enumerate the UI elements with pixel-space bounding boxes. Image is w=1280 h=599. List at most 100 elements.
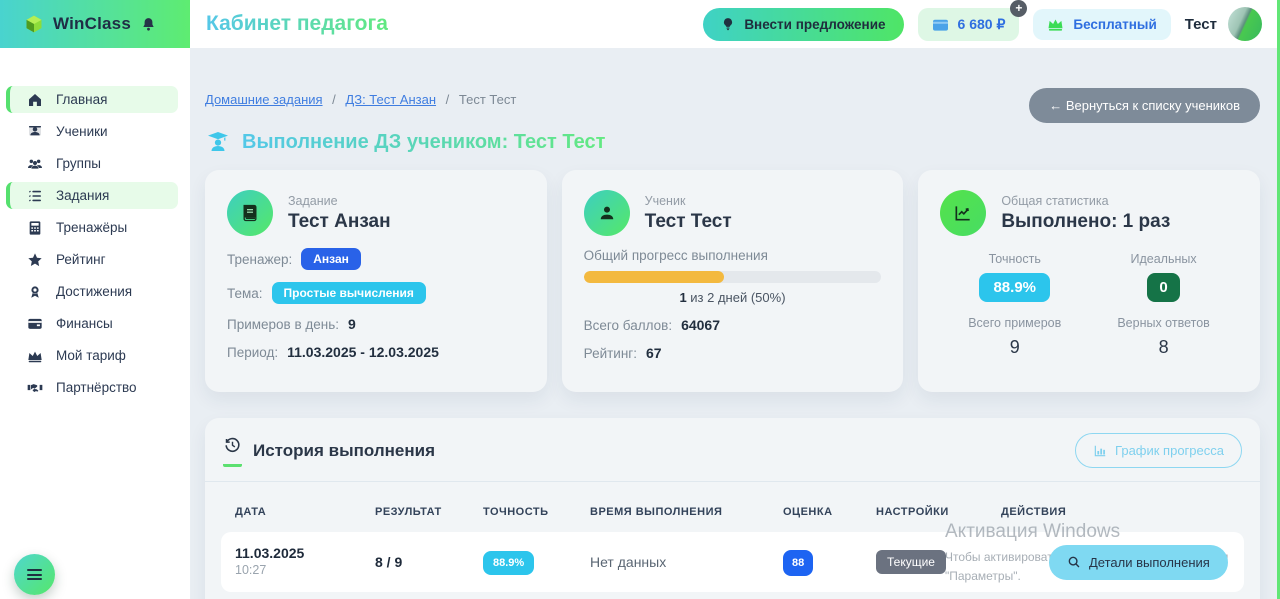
correct-answers-label: Верных ответов [1089, 316, 1238, 330]
history-section: История выполнения График прогресса ДАТА… [205, 418, 1260, 599]
table-header-row: ДАТА РЕЗУЛЬТАТ ТОЧНОСТЬ ВРЕМЯ ВЫПОЛНЕНИЯ… [221, 496, 1244, 532]
stats-card: Общая статистика Выполнено: 1 раз Точнос… [918, 170, 1260, 392]
achievements-icon [27, 284, 43, 300]
breadcrumb-row: Домашние задания / ДЗ: Тест Анзан / Тест… [205, 88, 1260, 123]
total-examples-value: 9 [940, 337, 1089, 358]
progress-chart-button[interactable]: График прогресса [1075, 433, 1242, 468]
breadcrumb-task-link[interactable]: ДЗ: Тест Анзан [345, 92, 436, 107]
groups-icon [27, 156, 43, 172]
students-icon [27, 124, 43, 140]
wallet-icon [932, 17, 949, 32]
balance-amount: 6 680 ₽ [958, 16, 1006, 33]
history-icon [223, 435, 242, 467]
sidebar-item-label: Партнёрство [56, 380, 137, 395]
topic-badge: Простые вычисления [272, 282, 426, 304]
suggest-button[interactable]: Внести предложение [703, 8, 903, 41]
sidebar-item-tariff[interactable]: Мой тариф [6, 342, 178, 369]
page-title-row: Выполнение ДЗ учеником: Тест Тест [205, 130, 1260, 154]
stats-card-label: Общая статистика [1001, 194, 1170, 208]
breadcrumb: Домашние задания / ДЗ: Тест Анзан / Тест… [205, 88, 516, 107]
finance-icon [27, 316, 43, 331]
search-icon [1067, 555, 1081, 569]
progress-chart-button-label: График прогресса [1115, 443, 1224, 458]
breadcrumb-homework-link[interactable]: Домашние задания [205, 92, 323, 107]
floating-menu-button[interactable] [14, 554, 55, 595]
sidebar-item-label: Финансы [56, 316, 113, 331]
table-row: 11.03.2025 10:27 8 / 9 88.9% Нет данных … [221, 532, 1244, 592]
points-value: 64067 [681, 317, 720, 333]
partnership-icon [27, 380, 43, 395]
breadcrumb-separator: / [332, 92, 336, 107]
person-icon [584, 190, 630, 236]
col-result: РЕЗУЛЬТАТ [375, 506, 483, 518]
home-icon [27, 92, 43, 108]
sidebar-item-rating[interactable]: Рейтинг [6, 246, 178, 273]
page-header-title: Кабинет педагога [206, 12, 388, 36]
breadcrumb-current: Тест Тест [459, 92, 516, 107]
sidebar-item-trainers[interactable]: Тренажёры [6, 214, 178, 241]
add-balance-badge[interactable]: + [1010, 0, 1027, 17]
main-content: Домашние задания / ДЗ: Тест Анзан / Тест… [190, 48, 1280, 599]
sidebar-item-label: Мой тариф [56, 348, 126, 363]
cell-result: 8 / 9 [375, 554, 483, 570]
history-title-row: История выполнения [223, 435, 435, 467]
user-menu[interactable]: Тест [1185, 7, 1262, 41]
tariff-pill[interactable]: Бесплатный [1033, 9, 1170, 40]
user-name: Тест [1185, 16, 1217, 33]
student-cap-icon [205, 130, 231, 154]
sidebar: Главная Ученики Группы Задания Тренажёры… [0, 48, 190, 599]
topic-label: Тема: [227, 286, 263, 301]
logo-block[interactable]: WinClass [0, 0, 190, 48]
accuracy-label: Точность [940, 252, 1089, 266]
page-title: Выполнение ДЗ учеником: Тест Тест [242, 131, 605, 154]
history-title: История выполнения [253, 441, 435, 461]
bar-chart-icon [1093, 444, 1107, 458]
sidebar-item-groups[interactable]: Группы [6, 150, 178, 177]
sidebar-item-label: Тренажёры [56, 220, 127, 235]
trainers-icon [27, 220, 43, 236]
summary-cards: Задание Тест Анзан Тренажер: Анзан Тема:… [205, 170, 1260, 392]
trainer-label: Тренажер: [227, 252, 292, 267]
sidebar-item-finance[interactable]: Финансы [6, 310, 178, 337]
correct-answers-value: 8 [1089, 337, 1238, 358]
trainer-badge: Анзан [301, 248, 361, 270]
sidebar-item-label: Ученики [56, 124, 108, 139]
lightbulb-icon [721, 17, 735, 31]
student-card-title: Тест Тест [645, 211, 732, 233]
cell-duration: Нет данных [590, 554, 783, 570]
balance-pill[interactable]: 6 680 ₽ + [918, 8, 1020, 41]
header-controls: Внести предложение 6 680 ₽ + Бесплатный … [703, 7, 1262, 41]
accuracy-badge: 88.9% [979, 273, 1050, 302]
col-settings: НАСТРОЙКИ [876, 506, 1001, 518]
back-to-students-button[interactable]: ← Вернуться к списку учеников [1029, 88, 1260, 123]
student-card-label: Ученик [645, 194, 732, 208]
period-value: 11.03.2025 - 12.03.2025 [287, 344, 439, 360]
col-actions: ДЕЙСТВИЯ [1001, 506, 1230, 518]
sidebar-item-tasks[interactable]: Задания [6, 182, 178, 209]
chart-line-icon [940, 190, 986, 236]
points-label: Всего баллов: [584, 318, 672, 333]
avatar[interactable] [1228, 7, 1262, 41]
col-grade: ОЦЕНКА [783, 506, 876, 518]
suggest-button-label: Внести предложение [744, 17, 885, 32]
sidebar-item-label: Достижения [56, 284, 132, 299]
perfect-label: Идеальных [1089, 252, 1238, 266]
sidebar-item-home[interactable]: Главная [6, 86, 178, 113]
sidebar-item-label: Задания [56, 188, 109, 203]
tasks-icon [27, 188, 43, 204]
cell-date: 11.03.2025 10:27 [235, 545, 375, 579]
sidebar-item-achievements[interactable]: Достижения [6, 278, 178, 305]
sidebar-item-label: Группы [56, 156, 101, 171]
sidebar-item-label: Рейтинг [56, 252, 106, 267]
sidebar-item-students[interactable]: Ученики [6, 118, 178, 145]
crown-icon [1047, 17, 1064, 31]
grade-badge: 88 [783, 550, 813, 576]
rating-value: 67 [646, 345, 662, 361]
bell-icon[interactable] [140, 16, 157, 33]
menu-icon [27, 569, 42, 571]
progress-bar-fill [584, 271, 724, 283]
breadcrumb-separator: / [446, 92, 450, 107]
sidebar-item-partnership[interactable]: Партнёрство [6, 374, 178, 401]
col-date: ДАТА [235, 506, 375, 518]
details-button[interactable]: Детали выполнения [1049, 545, 1228, 580]
